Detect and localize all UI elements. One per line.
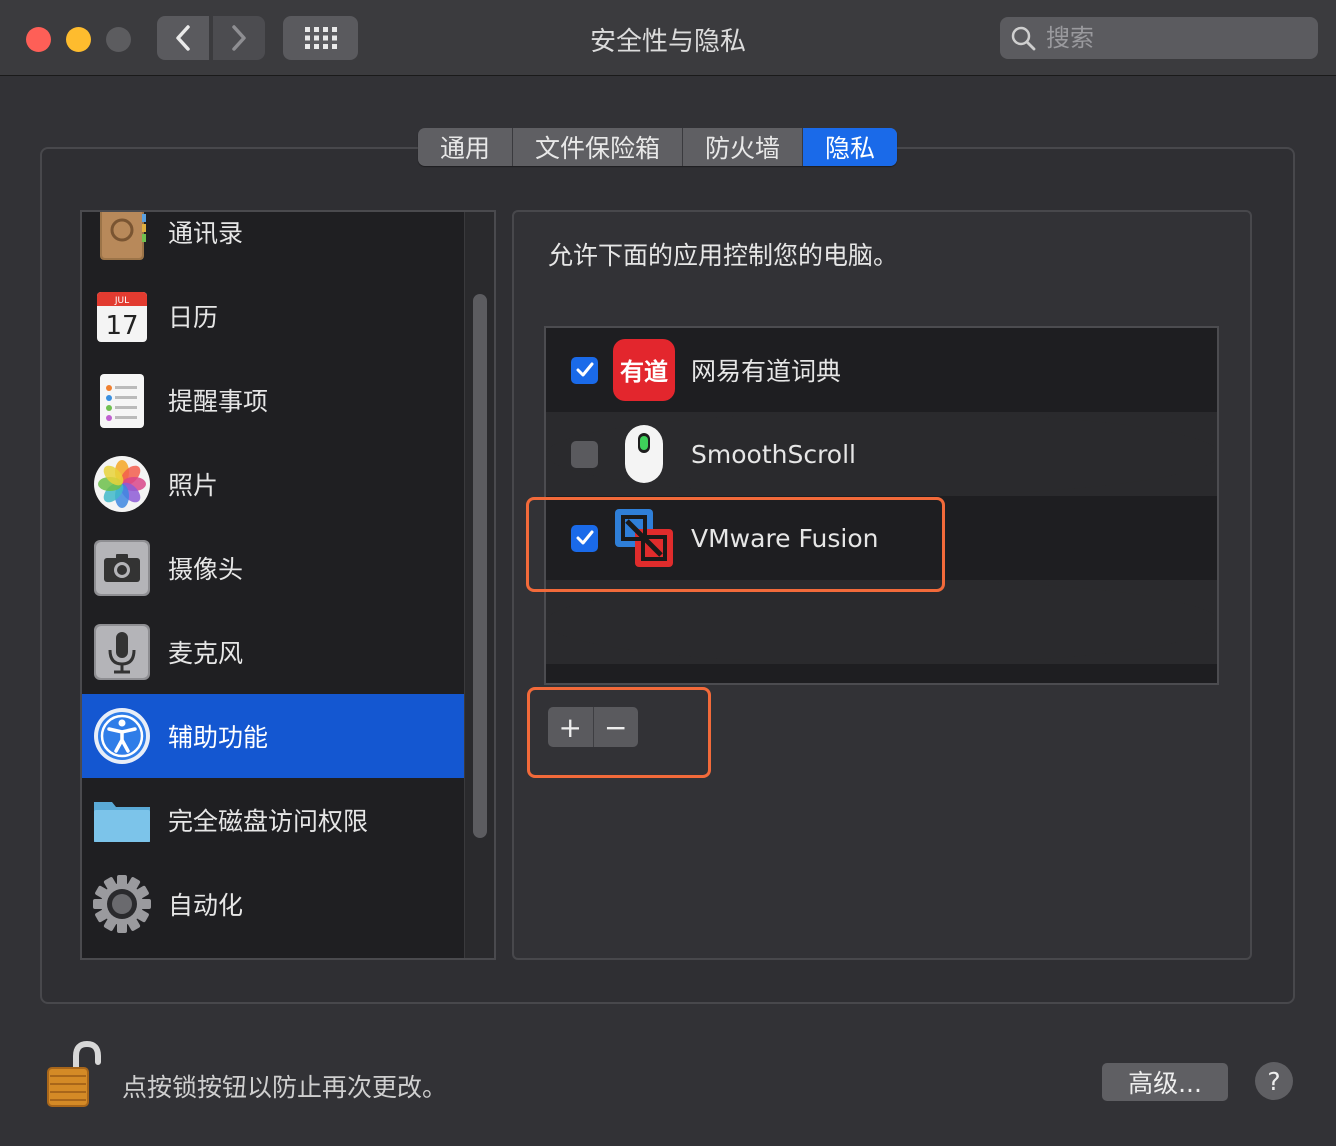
contacts-icon [100,212,146,260]
sidebar-scrollbar[interactable] [464,212,494,958]
search-input[interactable] [1044,23,1298,53]
help-button[interactable]: ? [1255,1062,1293,1100]
sidebar-item-full-disk-access[interactable]: 完全磁盘访问权限 [82,778,464,862]
sidebar-item-label: 照片 [168,471,219,500]
calendar-day: 17 [105,311,138,341]
sidebar-item-label: 日历 [168,303,219,332]
sidebar-item-automation[interactable]: 自动化 [82,862,464,946]
sidebar-item-camera[interactable]: 摄像头 [82,526,464,610]
mouse-icon [625,425,663,483]
app-name: 网易有道词典 [691,357,842,386]
sidebar-item-calendar[interactable]: JUL 17 日历 [82,274,464,358]
search-icon [1011,26,1036,51]
sidebar-scroll-thumb[interactable] [473,294,487,838]
lock-icon[interactable] [42,1040,104,1110]
tab-bar: 通用 文件保险箱 防火墙 隐私 [418,128,898,166]
youdao-icon-text: 有道 [620,358,668,386]
sidebar-item-label: 摄像头 [168,555,244,584]
app-row-empty [546,580,1217,664]
app-row-youdao[interactable]: 有道 网易有道词典 [546,328,1217,412]
calendar-month: JUL [114,296,129,306]
folder-icon [94,802,150,842]
sidebar-item-label: 自动化 [168,891,244,920]
sidebar-item-label: 提醒事项 [168,387,269,416]
checkmark-icon [576,362,593,377]
tab-privacy[interactable]: 隐私 [803,128,898,166]
highlight-box-add-remove [527,687,711,778]
advanced-button[interactable]: 高级... [1102,1063,1228,1101]
sidebar-item-contacts[interactable]: 通讯录 [82,212,464,274]
reminders-icon [100,374,144,428]
privacy-category-list[interactable]: 通讯录 JUL 17 日历 提醒事项 照片 摄像头 麦克风 辅助功能 完全磁盘访… [80,210,496,960]
accessibility-icon [94,708,150,764]
title-bar: 安全性与隐私 [0,0,1336,76]
tab-general[interactable]: 通用 [418,128,514,166]
youdao-icon: 有道 [613,339,675,401]
search-box[interactable] [1000,17,1318,59]
app-row-smoothscroll[interactable]: SmoothScroll [546,412,1217,496]
photos-icon [94,456,150,512]
camera-icon [94,540,150,596]
tab-filevault[interactable]: 文件保险箱 [513,128,684,166]
calendar-icon: JUL 17 [97,292,147,342]
sidebar-item-reminders[interactable]: 提醒事项 [82,358,464,442]
gear-icon [93,875,151,933]
permission-prompt: 允许下面的应用控制您的电脑。 [548,241,899,270]
sidebar-item-label: 辅助功能 [168,723,269,752]
tab-firewall[interactable]: 防火墙 [683,128,804,166]
sidebar-item-accessibility[interactable]: 辅助功能 [82,694,464,778]
sidebar-item-microphone[interactable]: 麦克风 [82,610,464,694]
app-checkbox-smoothscroll[interactable] [571,440,598,468]
app-checkbox-youdao[interactable] [571,356,598,384]
sidebar-item-label: 通讯录 [168,219,244,248]
sidebar-item-photos[interactable]: 照片 [82,442,464,526]
microphone-icon [94,624,150,680]
app-row-empty [546,664,1217,683]
sidebar-item-label: 麦克风 [168,639,244,668]
app-name: SmoothScroll [691,439,856,469]
highlight-box-vmware [526,497,945,592]
sidebar-item-label: 完全磁盘访问权限 [168,807,369,836]
lock-status-text: 点按锁按钮以防止再次更改。 [122,1073,448,1102]
